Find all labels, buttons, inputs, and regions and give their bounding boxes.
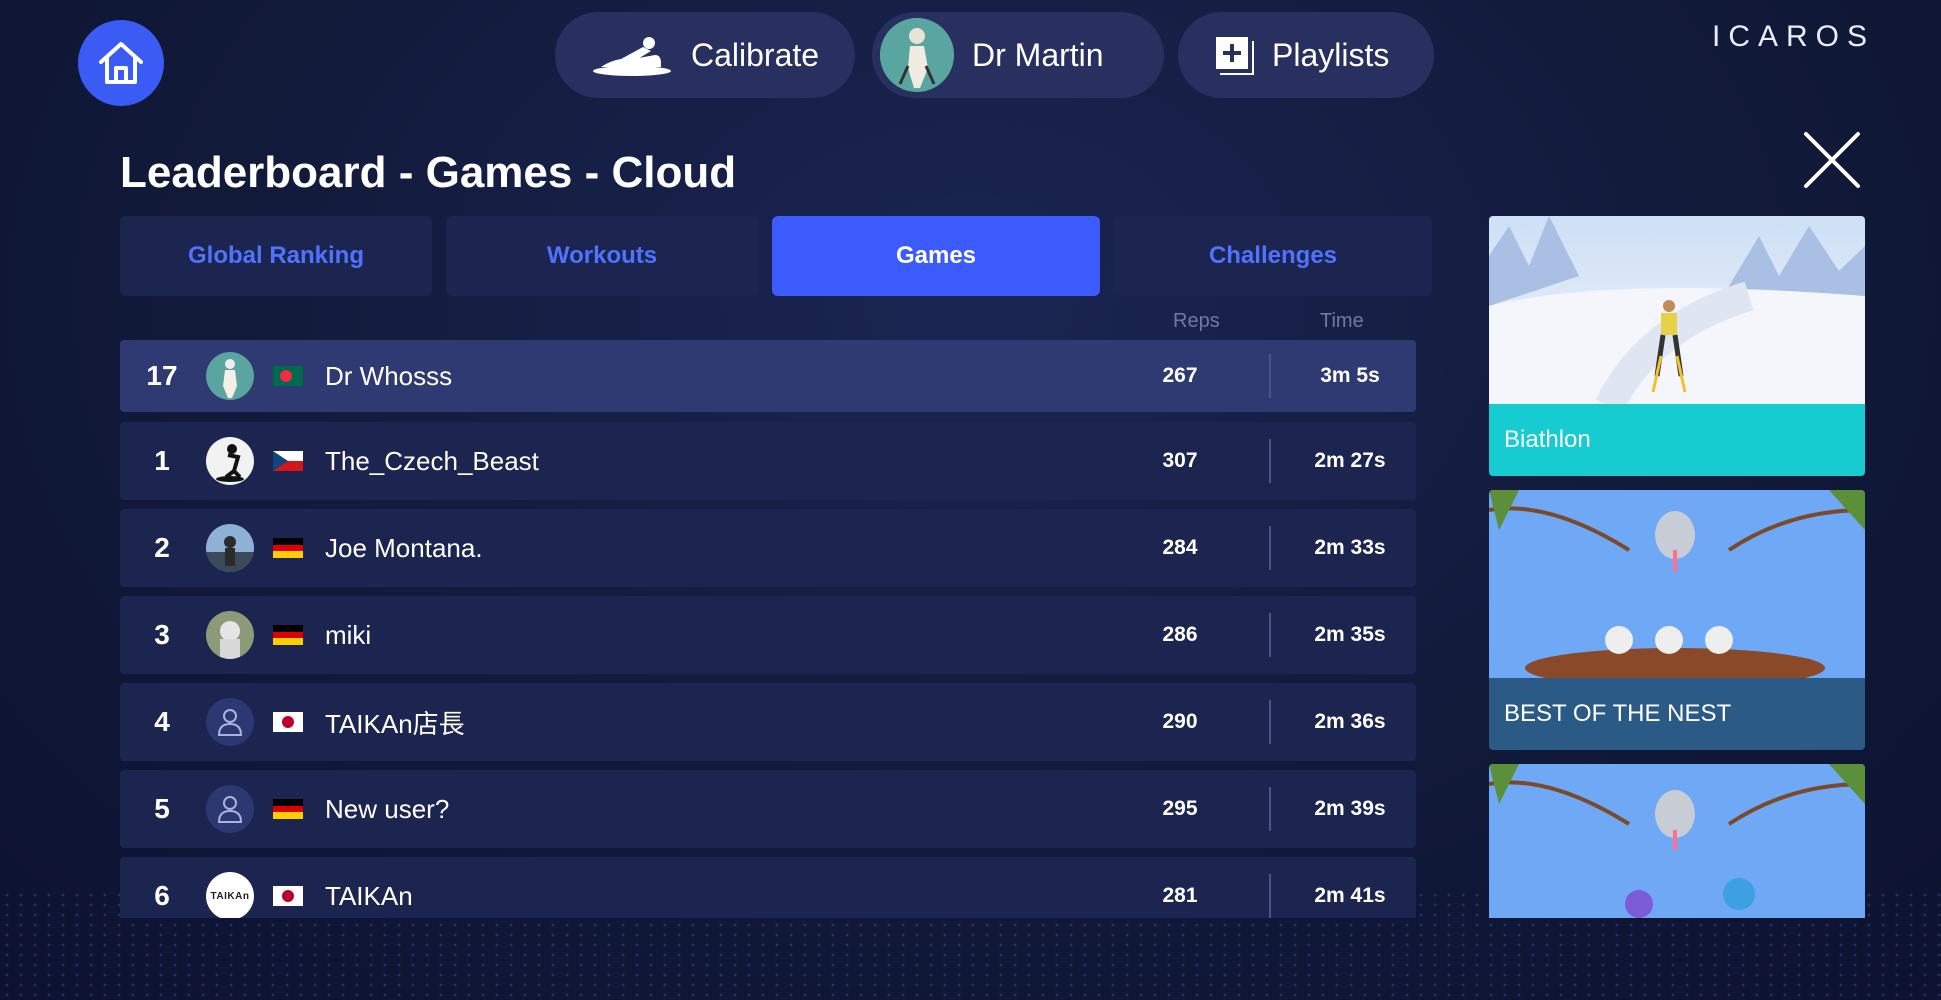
time-value: 2m 35s: [1314, 623, 1386, 646]
username: TAIKAn店長: [325, 708, 465, 739]
column-divider: [1269, 439, 1271, 483]
username: miki: [325, 619, 372, 650]
profile-avatar: [880, 18, 954, 92]
column-divider: [1269, 526, 1271, 570]
table-row[interactable]: 3 miki 286 2m 35s: [120, 596, 1416, 674]
tab-workouts[interactable]: Workouts: [446, 216, 758, 296]
table-row-self[interactable]: 17 Dr Whosss 267 3m 5s: [120, 340, 1416, 412]
flag-bangladesh-icon: [273, 366, 303, 386]
game-card[interactable]: [1489, 764, 1865, 918]
time-value: 2m 33s: [1314, 536, 1386, 559]
game-list[interactable]: Biathlon BEST OF THE NEST: [1489, 216, 1865, 918]
avatar-logo-text: TAIKAn: [210, 890, 250, 902]
tab-challenges[interactable]: Challenges: [1114, 216, 1432, 296]
username: TAIKAn: [325, 880, 413, 911]
avatar: [206, 524, 254, 572]
game-card-biathlon[interactable]: Biathlon: [1489, 216, 1865, 476]
username: The_Czech_Beast: [325, 445, 539, 476]
time-value: 2m 36s: [1314, 710, 1386, 733]
playlists-label: Playlists: [1272, 36, 1390, 73]
playlists-button[interactable]: Playlists: [1178, 12, 1434, 98]
avatar: TAIKAn: [206, 872, 254, 918]
flag-germany-icon: [273, 538, 303, 558]
table-row[interactable]: 5 New user? 295 2m 39s: [120, 770, 1416, 848]
icaros-logo: ICAROS: [1712, 20, 1876, 53]
user-placeholder-icon: [206, 785, 254, 833]
column-divider: [1269, 787, 1271, 831]
flag-japan-icon: [273, 712, 303, 732]
add-playlist-icon: [1216, 37, 1254, 75]
time-value: 3m 5s: [1320, 364, 1380, 387]
flag-germany-icon: [273, 625, 303, 645]
rank: 6: [154, 880, 170, 911]
game-card-best-of-the-nest[interactable]: BEST OF THE NEST: [1489, 490, 1865, 750]
table-row[interactable]: 6 TAIKAn TAIKAn 281 2m 41s: [120, 857, 1416, 918]
username: New user?: [325, 793, 450, 824]
rank: 3: [154, 619, 170, 650]
tab-games[interactable]: Games: [772, 216, 1100, 296]
reps-value: 295: [1162, 797, 1198, 820]
profile-button[interactable]: Dr Martin: [872, 12, 1164, 98]
username: Dr Whosss: [325, 360, 453, 391]
rank: 2: [154, 532, 170, 563]
reps-value: 307: [1162, 449, 1198, 472]
best-of-the-nest-thumbnail: [1489, 490, 1865, 688]
game-thumbnail: [1489, 764, 1865, 918]
table-row[interactable]: 4 TAIKAn店長 290 2m 36s: [120, 683, 1416, 761]
column-divider: [1269, 874, 1271, 918]
time-value: 2m 39s: [1314, 797, 1386, 820]
game-title: BEST OF THE NEST: [1489, 678, 1865, 750]
rank: 5: [154, 793, 170, 824]
rank: 17: [146, 360, 178, 391]
avatar: [206, 437, 254, 485]
rank: 4: [154, 706, 170, 737]
home-icon: [99, 42, 143, 84]
biathlon-thumbnail: [1489, 216, 1865, 413]
reps-value: 284: [1162, 536, 1198, 559]
page-title: Leaderboard - Games - Cloud: [120, 148, 737, 197]
column-divider: [1269, 613, 1271, 657]
reps-value: 286: [1162, 623, 1198, 646]
profile-name: Dr Martin: [972, 36, 1104, 73]
rank: 1: [154, 445, 170, 476]
close-icon[interactable]: [1800, 128, 1864, 192]
flag-japan-icon: [273, 886, 303, 906]
calibrate-device-icon: [593, 37, 671, 76]
leaderboard-list[interactable]: 17 Dr Whosss 267 3m 5s 1 The_Czech_Beast…: [120, 340, 1416, 918]
table-row[interactable]: 1 The_Czech_Beast 307 2m 27s: [120, 422, 1416, 500]
time-value: 2m 41s: [1314, 884, 1386, 907]
leaderboard-tabs: Global Ranking Workouts Games Challenges: [120, 216, 1432, 298]
time-value: 2m 27s: [1314, 449, 1386, 472]
column-header-time: Time: [1320, 310, 1364, 332]
reps-value: 290: [1162, 710, 1198, 733]
reps-value: 267: [1162, 364, 1198, 387]
user-placeholder-icon: [206, 698, 254, 746]
home-button[interactable]: [78, 20, 164, 106]
calibrate-label: Calibrate: [691, 36, 820, 73]
table-row[interactable]: 2 Joe Montana. 284 2m 33s: [120, 509, 1416, 587]
avatar: [206, 352, 254, 400]
column-divider: [1269, 354, 1271, 398]
flag-germany-icon: [273, 799, 303, 819]
reps-value: 281: [1162, 884, 1198, 907]
username: Joe Montana.: [325, 532, 483, 563]
column-divider: [1269, 700, 1271, 744]
tab-global-ranking[interactable]: Global Ranking: [120, 216, 432, 296]
avatar: [206, 611, 254, 659]
flag-czech-icon: [273, 451, 303, 471]
calibrate-button[interactable]: Calibrate: [555, 12, 855, 98]
game-title: Biathlon: [1489, 404, 1865, 476]
column-header-reps: Reps: [1173, 310, 1220, 332]
